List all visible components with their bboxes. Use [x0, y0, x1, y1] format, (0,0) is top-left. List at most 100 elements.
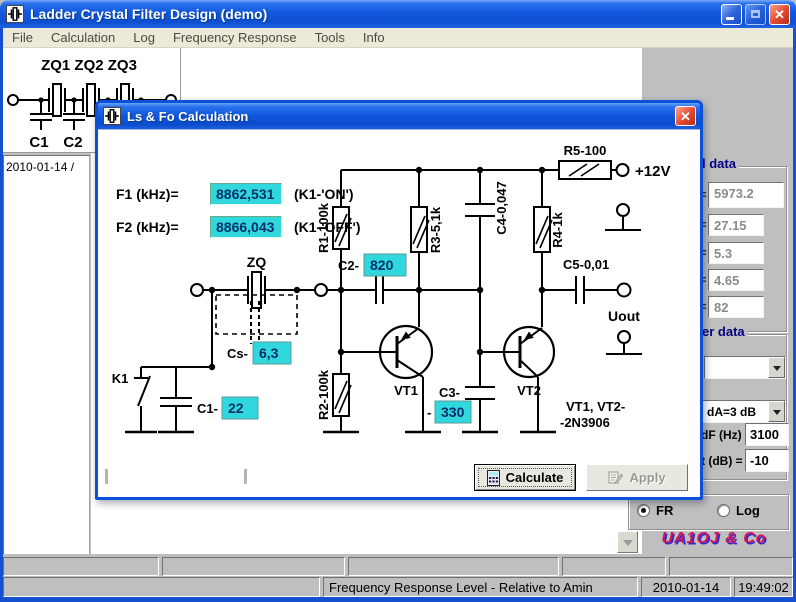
svg-text:22[interactable]: 22 [228, 400, 244, 416]
scrollbar-down-button[interactable] [617, 531, 638, 553]
apply-button[interactable]: Apply [586, 464, 688, 491]
top-ground-terminal [605, 204, 641, 230]
bottom-cell [562, 557, 666, 576]
close-button[interactable]: ✕ [769, 4, 790, 25]
window-title: Ladder Crystal Filter Design (demo) [30, 6, 267, 22]
arrow-down-icon [623, 540, 633, 551]
combobox-dropdown-button[interactable] [768, 357, 785, 378]
c3-value-box[interactable]: 330 [435, 401, 471, 423]
crystal-value-field-5[interactable]: 82 [708, 296, 764, 318]
status-bar: Frequency Response Level - Relative to A… [3, 577, 793, 597]
log-listbox[interactable]: 2010-01-14 / [3, 155, 90, 554]
crystal-data-heading: l data [699, 156, 739, 171]
log-list-item[interactable]: 2010-01-14 / [4, 156, 89, 178]
dialog-title-bar[interactable]: Ls & Fo Calculation ✕ [98, 103, 700, 129]
f1-row: F1 (kHz)= 8862,531 (K1-'ON') [116, 183, 466, 205]
svg-text:330[interactable]: 330 [441, 404, 465, 420]
log-radio-label[interactable]: Log [736, 503, 760, 518]
status-time: 19:49:02 [734, 577, 793, 597]
bottom-cell [348, 557, 559, 576]
c3-dash: - [427, 405, 431, 420]
transistor-vt1 [341, 326, 432, 432]
fr-radio-label[interactable]: FR [656, 503, 673, 518]
c1-label: C1- [197, 401, 218, 416]
svg-text:6,3[interactable]: 6,3 [259, 345, 279, 361]
dialog-close-button[interactable]: ✕ [675, 106, 696, 126]
calculate-button[interactable]: Calculate [474, 464, 576, 491]
capacitor-c1-branch [160, 367, 192, 432]
ls-fo-calculation-dialog: Ls & Fo Calculation ✕ [95, 100, 703, 500]
log-radio[interactable] [717, 504, 730, 517]
crystal-value-field-2[interactable]: 27.15 [708, 214, 764, 236]
c2-value-box[interactable]: 820 [364, 254, 406, 276]
fr-radio[interactable] [637, 504, 650, 517]
menu-file[interactable]: File [3, 30, 42, 45]
cs-label: Cs- [227, 346, 248, 361]
filter-type-combobox[interactable] [704, 356, 786, 379]
bottom-panel-row [3, 557, 793, 576]
calculator-icon [487, 470, 500, 486]
bottom-cell [162, 557, 345, 576]
df-input[interactable]: 3100 [745, 423, 789, 446]
vt2-label: VT2 [517, 383, 541, 398]
dialog-crystal-icon [103, 107, 121, 125]
menu-bar: File Calculation Log Frequency Response … [3, 28, 793, 48]
c1-value-box[interactable]: 22 [222, 397, 258, 419]
apply-button-label: Apply [629, 470, 665, 485]
capacitor-c2 [376, 276, 383, 304]
vt-note-line1: VT1, VT2- [566, 399, 625, 414]
app-crystal-icon [6, 5, 24, 23]
crystal-value-field-1[interactable]: 5973.2 [708, 182, 784, 208]
f1-input[interactable]: 8862,531 [210, 183, 282, 205]
filter-type-value [705, 357, 768, 378]
c2-label: C2- [338, 258, 359, 273]
menu-info[interactable]: Info [354, 30, 394, 45]
calculate-button-label: Calculate [506, 470, 564, 485]
crystal-value-field-3[interactable]: 5.3 [708, 242, 764, 264]
mini-schematic-title: ZQ1 ZQ2 ZQ3 [41, 57, 137, 74]
chevron-down-icon [773, 410, 781, 419]
svg-text:820[interactable]: 820 [370, 257, 394, 273]
crystal-value-field-4[interactable]: 4.65 [708, 269, 764, 291]
dialog-body: 6,3 22 820 330 ZQ Cs- C1- C2- [98, 129, 700, 497]
maximize-button[interactable] [745, 4, 766, 25]
r5-label: R5-100 [564, 143, 607, 158]
vt-note-line2: -2N3906 [560, 415, 610, 430]
resistor-r1-r2-branch [333, 170, 351, 432]
title-bar[interactable]: Ladder Crystal Filter Design (demo) ✕ [0, 0, 796, 28]
filter-data-heading: er data [699, 324, 748, 339]
status-date: 2010-01-14 [641, 577, 731, 597]
menu-frequency-response[interactable]: Frequency Response [164, 30, 306, 45]
c4-label: C4-0,047 [494, 181, 509, 234]
c5-label: C5-0,01 [563, 257, 609, 272]
c3-label: C3- [439, 385, 460, 400]
att-input[interactable]: -10 [745, 449, 789, 472]
cs-value-box[interactable]: 6,3 [253, 342, 291, 364]
f2-label: F2 (kHz)= [116, 219, 179, 235]
da-combobox-value: dA=3 dB [703, 401, 768, 422]
mini-label-c2: C2 [63, 134, 82, 151]
menu-log[interactable]: Log [124, 30, 164, 45]
f1-label: F1 (kHz)= [116, 186, 179, 202]
f1-note: (K1-'ON') [294, 186, 354, 202]
f2-note: (K1-'OFF') [294, 219, 361, 235]
da-combobox[interactable]: dA=3 dB [702, 400, 786, 423]
r2-label: R2-100k [316, 369, 331, 420]
vt1-label: VT1 [394, 383, 418, 398]
k1-label: K1 [112, 371, 129, 386]
combobox-dropdown-button[interactable] [768, 401, 785, 422]
f2-row: F2 (kHz)= 8866,043 (K1-'OFF') [116, 216, 466, 238]
mini-label-c1: C1 [29, 134, 48, 151]
bottom-cell [669, 557, 793, 576]
zq-label: ZQ [247, 254, 267, 270]
divider [244, 469, 247, 484]
f2-input[interactable]: 8866,043 [210, 216, 282, 238]
author-logo: UA1OJ & Co [646, 530, 782, 548]
minimize-button[interactable] [721, 4, 742, 25]
r4-label: R4-1k [550, 212, 565, 248]
menu-tools[interactable]: Tools [306, 30, 354, 45]
menu-calculation[interactable]: Calculation [42, 30, 124, 45]
att-label: t (dB) = [701, 454, 743, 468]
bottom-cell [3, 557, 159, 576]
status-cell-empty [3, 577, 320, 597]
